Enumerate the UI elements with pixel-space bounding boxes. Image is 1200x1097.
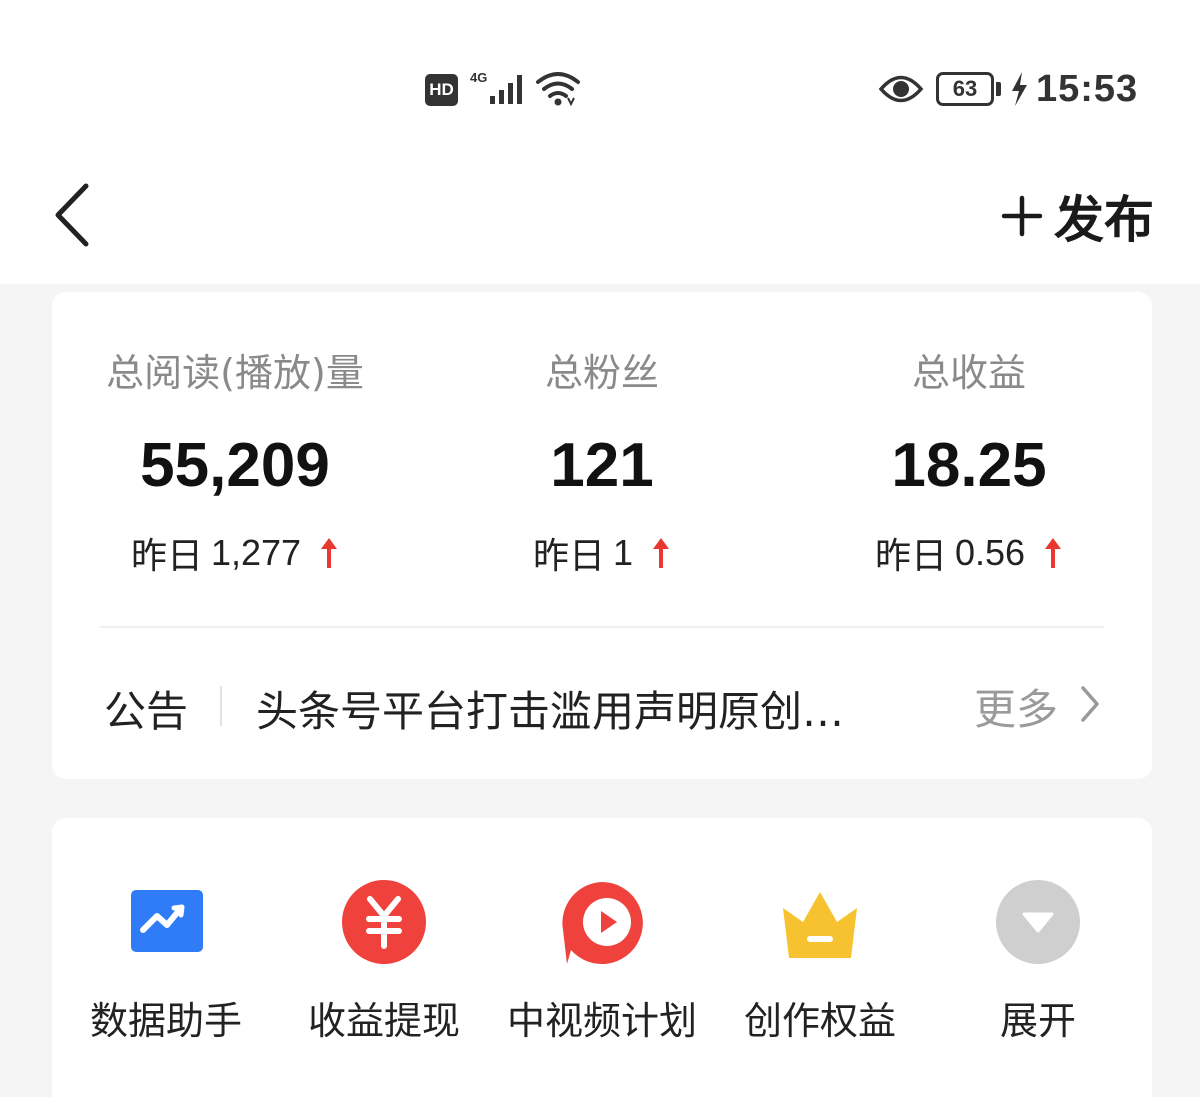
charging-icon [1012,72,1027,106]
wifi-icon [536,72,580,107]
video-play-icon [562,882,643,964]
tool-label: 收益提现 [307,999,460,1043]
stat-yesterday: 昨日 1 [419,527,785,579]
up-arrow-icon [653,538,670,568]
yesterday-label: 昨日 [532,536,605,577]
tool-income-withdraw[interactable]: 收益提现 [274,878,494,1048]
plus-icon [1001,195,1043,237]
crown-icon [783,892,857,958]
stat-title: 总阅读(播放)量 [106,351,364,395]
stat-title: 总粉丝 [544,351,659,395]
tool-label: 中视频计划 [506,999,697,1043]
up-arrow-icon [321,538,338,568]
yesterday-value: 0.56 [954,532,1026,573]
notice-text[interactable]: 头条号平台打击滥用声明原创… [256,678,896,739]
tool-label: 数据助手 [89,999,242,1043]
tool-label: 展开 [999,999,1076,1043]
tools-card: 数据助手 收益提现 中视频计划 创作权益 展开 [52,818,1152,1097]
stat-title: 总收益 [911,351,1026,395]
notice-bar[interactable]: 公告 头条号平台打击滥用声明原创… 更多 [52,628,1152,779]
notice-separator [220,686,222,726]
yesterday-label: 昨日 [130,536,203,577]
network-type: 4G [470,70,488,85]
tool-mid-video-plan[interactable]: 中视频计划 [492,878,712,1048]
chevron-right-icon[interactable] [1078,684,1102,724]
tool-creator-rights[interactable]: 创作权益 [710,878,930,1048]
stat-yesterday: 昨日 0.56 [786,527,1152,579]
battery-indicator: 63 [936,72,994,106]
stat-value: 121 [550,431,654,500]
nav-bar: 发布 [0,150,1200,284]
stat-value: 18.25 [891,431,1047,500]
yuan-icon [342,880,426,964]
stat-yesterday: 昨日 1,277 [52,527,418,579]
battery-tip [996,82,1001,96]
stats-card: 总阅读(播放)量 55,209 昨日 1,277 总粉丝 121 昨日 1 总收… [52,292,1152,779]
yesterday-value: 1,277 [210,532,302,573]
signal-icon [490,75,522,104]
notice-tag: 公告 [104,687,189,736]
clock: 15:53 [1036,68,1139,110]
tool-data-assistant[interactable]: 数据助手 [56,878,276,1048]
status-bar: HD 4G 63 15:53 [0,0,1200,150]
eye-icon [878,75,924,103]
tool-label: 创作权益 [743,999,896,1043]
yesterday-value: 1 [612,532,634,573]
yesterday-label: 昨日 [874,536,947,577]
publish-button[interactable]: 发布 [1000,184,1154,249]
expand-icon [996,880,1080,964]
back-arrow-icon[interactable] [48,180,98,250]
hd-badge: HD [425,74,458,106]
chart-trend-icon [131,890,203,952]
tool-expand[interactable]: 展开 [928,878,1148,1048]
stat-value: 55,209 [140,431,330,500]
publish-label: 发布 [1054,191,1154,249]
up-arrow-icon [1045,538,1062,568]
notice-more-link[interactable]: 更多 [974,676,1058,737]
